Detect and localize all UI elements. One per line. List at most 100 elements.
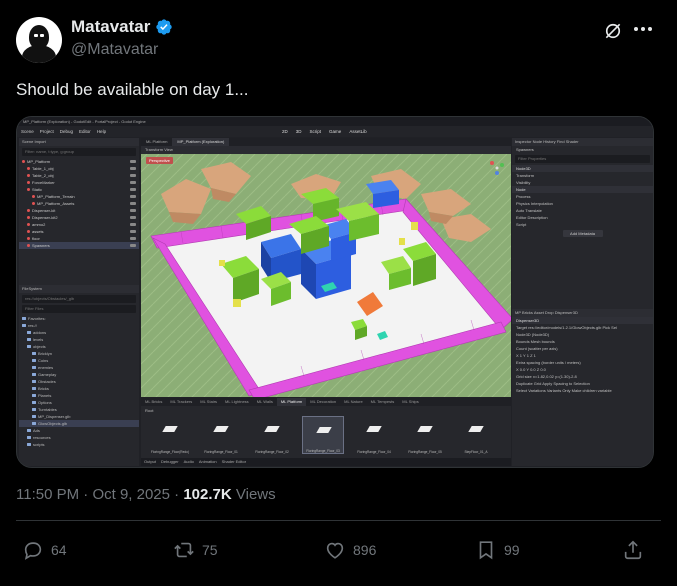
visibility-icon[interactable] [130, 195, 136, 198]
dispenser-property[interactable]: Target res://editor/models/1.2.1/GlowObj… [512, 324, 653, 331]
visibility-icon[interactable] [130, 181, 136, 184]
author-display-name[interactable]: Matavatar [71, 17, 150, 37]
inspector-property[interactable]: Node3D [512, 165, 653, 172]
scene-tree-item[interactable]: ammo2 [19, 221, 139, 228]
status-tab[interactable]: Debugger [161, 459, 179, 464]
status-tab[interactable]: Audio [184, 459, 194, 464]
filesystem-item[interactable]: enemies [19, 364, 139, 371]
inspector-property[interactable]: Auto Translate [512, 207, 653, 214]
filesystem-item[interactable]: objects [19, 343, 139, 350]
filesystem-item[interactable]: Bricks [19, 385, 139, 392]
viewport-perspective-label[interactable]: Perspective [146, 157, 173, 164]
inspector-property[interactable]: Node [512, 186, 653, 193]
status-tab[interactable]: Animation [199, 459, 217, 464]
reply-button[interactable]: 64 [22, 539, 67, 561]
share-button[interactable] [622, 539, 644, 561]
like-button[interactable]: 896 [324, 539, 376, 561]
dispenser-property[interactable]: Grid size x=1.82,0.02 y=(1.30)-2.8 [512, 373, 653, 380]
dispenser-property[interactable]: Extra spacing (border units / meters) [512, 359, 653, 366]
asset-thumbnail[interactable]: FloringRange_Floor_01 [200, 416, 242, 454]
bottom-tab[interactable]: ML Walls [253, 398, 277, 406]
asset-thumbnail[interactable]: FloringRange_Floor_05 [404, 416, 446, 454]
author-handle[interactable]: @Matavatar [71, 41, 158, 59]
visibility-icon[interactable] [130, 188, 136, 191]
bottom-tab[interactable]: ML Nature [340, 398, 367, 406]
more-options-icon[interactable] [634, 27, 652, 31]
asset-thumbnail[interactable]: StepFloor_01_A [455, 416, 497, 454]
scene-tab[interactable]: MP_Platform (Exploration) [172, 138, 230, 146]
scene-tab[interactable]: ML Platform [141, 138, 172, 146]
axis-gizmo-icon[interactable] [489, 160, 505, 176]
editor-menu-item[interactable]: Help [97, 129, 106, 134]
tweet-date[interactable]: Oct 9, 2025 [92, 486, 170, 503]
editor-menu-item[interactable]: Scene [21, 129, 34, 134]
inspector-property[interactable]: Visibility [512, 179, 653, 186]
scene-tree-item[interactable]: assets [19, 228, 139, 235]
scene-tree-item[interactable]: Table_1_obj [19, 165, 139, 172]
inspector-property[interactable]: Transform [512, 172, 653, 179]
grok-icon[interactable] [603, 21, 623, 41]
bottom-tab[interactable]: ML Trackers [166, 398, 196, 406]
editor-menu-item[interactable]: Project [40, 129, 54, 134]
bottom-tab[interactable]: ML Ships [398, 398, 423, 406]
dispenser-property[interactable]: X 0.0 Y 0.0 Z 0.0 [512, 366, 653, 373]
filesystem-item[interactable]: res:// [19, 322, 139, 329]
filesystem-item[interactable]: Obstacles [19, 378, 139, 385]
dispenser-property[interactable]: Select Variations Variants Only Make chi… [512, 387, 653, 394]
filesystem-item[interactable]: GlowObjects.glb [19, 420, 139, 427]
scene-tree-item[interactable]: floor [19, 235, 139, 242]
editor-mode-button[interactable]: Script [310, 129, 322, 134]
visibility-icon[interactable] [130, 174, 136, 177]
visibility-icon[interactable] [130, 237, 136, 240]
dispenser-property[interactable]: Count (scatter per axis) [512, 345, 653, 352]
avatar[interactable] [16, 17, 62, 63]
scene-tree-item[interactable]: MP_Platform [19, 158, 139, 165]
bottom-tab[interactable]: ML Stairs [196, 398, 221, 406]
inspector-property[interactable]: Process [512, 193, 653, 200]
inspector-property[interactable]: Editor Description [512, 214, 653, 221]
filesystem-item[interactable]: Coins [19, 357, 139, 364]
visibility-icon[interactable] [130, 167, 136, 170]
asset-thumbnail[interactable]: FloringRange_Floor(Redo) [149, 416, 191, 454]
editor-mode-button[interactable]: 2D [282, 129, 288, 134]
bottom-tab[interactable]: ML Decoration [306, 398, 340, 406]
inspector-property[interactable]: Physics Interpolation [512, 200, 653, 207]
visibility-icon[interactable] [130, 209, 136, 212]
bottom-tab[interactable]: ML Platform [276, 398, 307, 406]
bottom-tab[interactable]: ML Tempests [367, 398, 399, 406]
tweet-media-image[interactable]: MP_Platform (Exploration) - GodotEdit - … [16, 116, 654, 468]
filesystem-item[interactable]: resources [19, 434, 139, 441]
asset-thumbnail[interactable]: FloringRange_Floor_04 [353, 416, 395, 454]
repost-button[interactable]: 75 [173, 539, 218, 561]
status-tab[interactable]: Output [144, 459, 156, 464]
editor-menu-item[interactable]: Debug [60, 129, 73, 134]
scene-tree-item[interactable]: Dispenser-kit2 [19, 214, 139, 221]
filesystem-item[interactable]: Options [19, 399, 139, 406]
verified-badge-icon[interactable] [155, 18, 173, 36]
add-metadata-button[interactable]: Add Metadata [562, 230, 603, 237]
asset-thumbnail[interactable]: FloringRange_Floor_02 [251, 416, 293, 454]
visibility-icon[interactable] [130, 230, 136, 233]
bottom-tab[interactable]: ML Bricks [141, 398, 166, 406]
filesystem-item[interactable]: Favorites: [19, 315, 139, 322]
filesystem-item[interactable]: Ads [19, 427, 139, 434]
visibility-icon[interactable] [130, 244, 136, 247]
filesystem-item[interactable]: levels [19, 336, 139, 343]
filesystem-item[interactable]: Gameplay [19, 371, 139, 378]
editor-mode-button[interactable]: Game [329, 129, 341, 134]
scene-tree-item[interactable]: Dispenser-kit [19, 207, 139, 214]
editor-menu-item[interactable]: Editor [79, 129, 91, 134]
visibility-icon[interactable] [130, 160, 136, 163]
asset-thumbnail[interactable]: FloringRange_Floor_03 [302, 416, 344, 454]
filesystem-item[interactable]: MP_Dispenser.glb [19, 413, 139, 420]
visibility-icon[interactable] [130, 223, 136, 226]
tweet-time[interactable]: 11:50 PM [16, 486, 79, 503]
editor-mode-button[interactable]: 3D [296, 129, 302, 134]
filesystem-item[interactable]: Planets [19, 392, 139, 399]
filesystem-item[interactable]: Bricklyn [19, 350, 139, 357]
dispenser-property[interactable]: Duplicate Grid Apply Spacing to Selectio… [512, 380, 653, 387]
status-tab[interactable]: Shader Editor [222, 459, 246, 464]
dispenser-property[interactable]: Bounds Mesh bounds [512, 338, 653, 345]
filesystem-item[interactable]: Turntables [19, 406, 139, 413]
dispenser-property[interactable]: X 1 Y 1 Z 1 [512, 352, 653, 359]
